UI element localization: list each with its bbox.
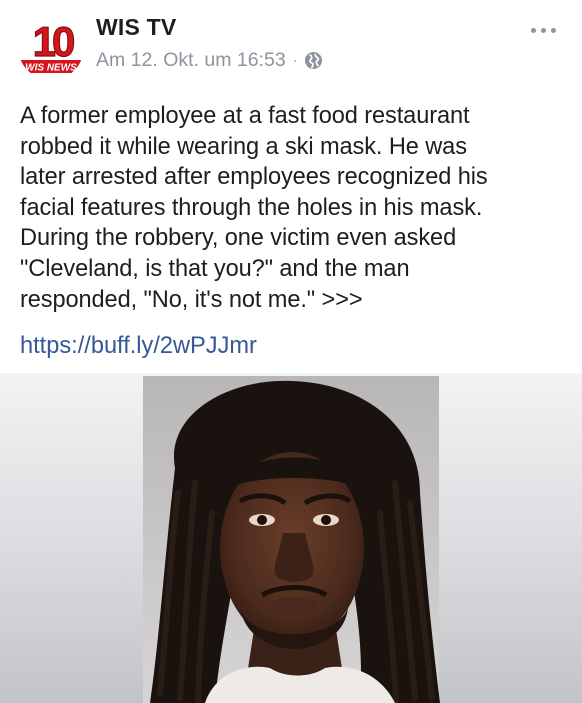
- post-timestamp[interactable]: Am 12. Okt. um 16:53: [96, 49, 286, 72]
- more-dots-icon: [530, 27, 536, 33]
- more-dot: [550, 27, 556, 33]
- mugshot-person: [150, 380, 440, 703]
- post-photo[interactable]: [0, 373, 582, 703]
- post-text-line: responded, "No, it's not me." >>>: [20, 286, 363, 313]
- post-link[interactable]: https://buff.ly/2wPJJmr: [20, 331, 257, 361]
- facebook-post: 10 WIS NEWS WIS TV Am 12. Okt. um 16:53 …: [0, 0, 582, 703]
- post-text-line: "Cleveland, is that you?" and the man: [20, 255, 410, 282]
- post-meta: Am 12. Okt. um 16:53 ·: [96, 49, 323, 72]
- logo-text: WIS NEWS: [25, 63, 77, 74]
- wis-news-logo: 10 WIS NEWS: [18, 14, 84, 80]
- globe-icon[interactable]: [304, 51, 323, 70]
- meta-separator: ·: [292, 52, 298, 69]
- page-name[interactable]: WIS TV: [96, 14, 176, 41]
- logo-number: 10: [33, 18, 74, 65]
- post-text-line: later arrested after employees recognize…: [20, 164, 488, 191]
- more-options-button[interactable]: [518, 16, 568, 44]
- page-avatar[interactable]: 10 WIS NEWS: [18, 14, 84, 80]
- more-dot: [540, 27, 546, 33]
- post-message: A former employee at a fast food restaur…: [20, 101, 572, 315]
- post-text-line: facial features through the holes in his…: [20, 194, 483, 221]
- post-text-line: robbed it while wearing a ski mask. He w…: [20, 133, 467, 160]
- post-text-line: A former employee at a fast food restaur…: [20, 103, 470, 129]
- post-header: 10 WIS NEWS WIS TV Am 12. Okt. um 16:53 …: [0, 0, 582, 92]
- post-text-line: During the robbery, one victim even aske…: [20, 225, 457, 252]
